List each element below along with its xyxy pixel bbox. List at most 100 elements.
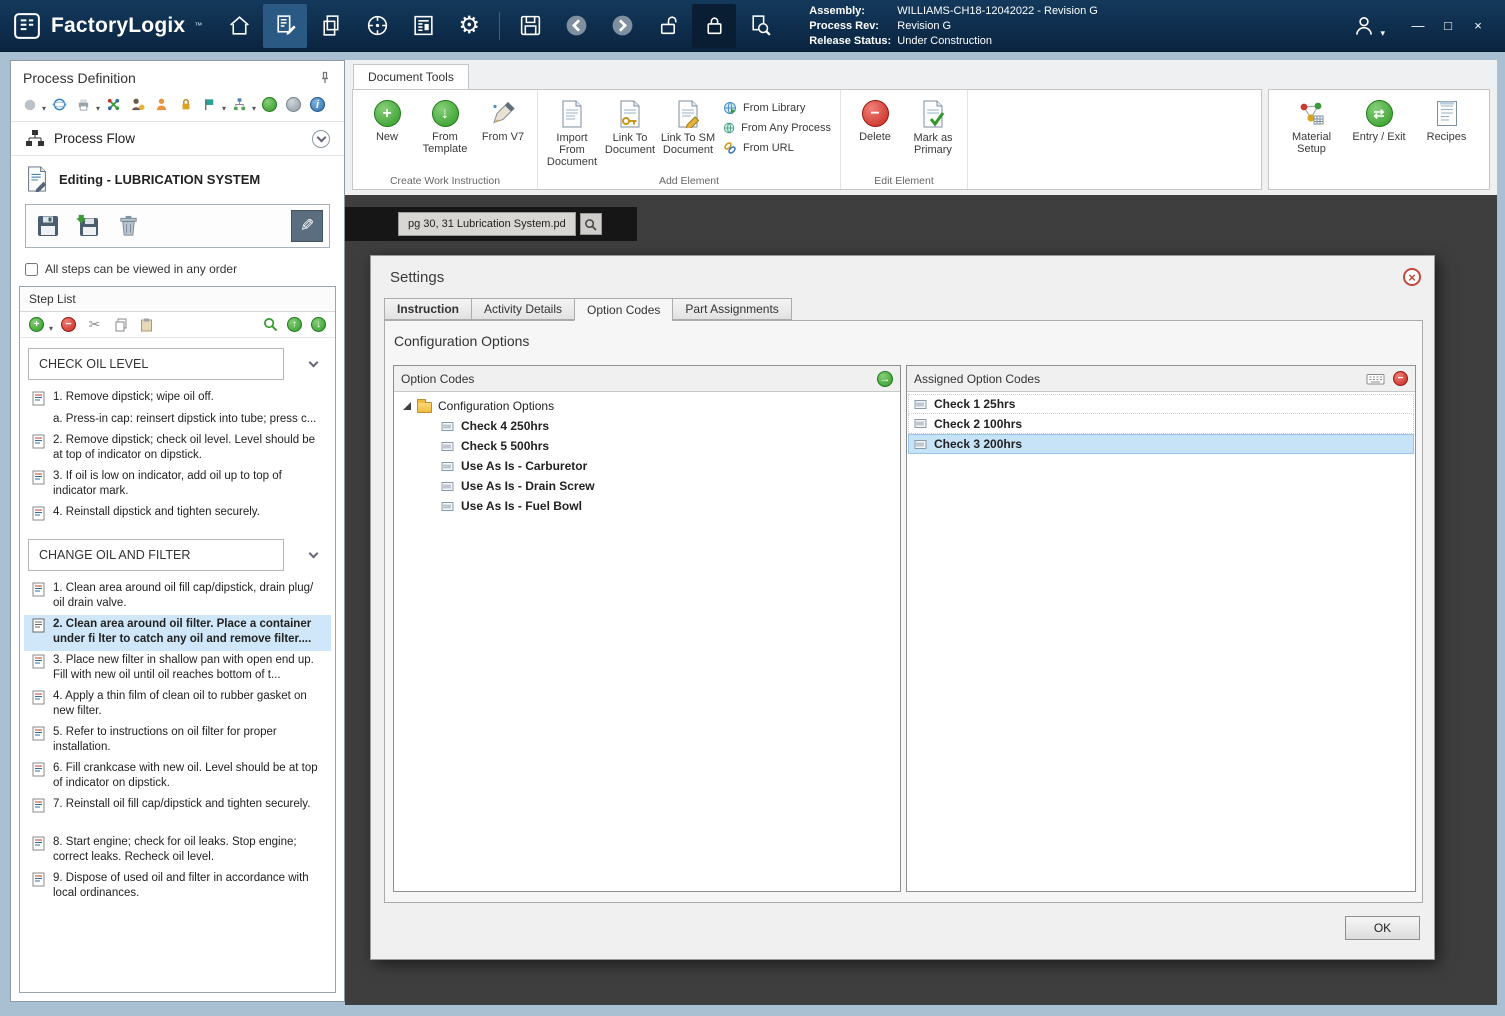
- stop-button[interactable]: [285, 96, 302, 113]
- dialog-close-button[interactable]: [1403, 268, 1421, 286]
- assigned-option-code-item-selected[interactable]: Check 3 200hrs: [908, 434, 1414, 454]
- release-dropdown-button[interactable]: [201, 96, 218, 113]
- assign-option-code-button[interactable]: [877, 371, 893, 387]
- link-to-document-button[interactable]: Link To Document: [601, 93, 659, 156]
- settings-button[interactable]: [447, 4, 491, 48]
- step-item[interactable]: 8. Start engine; check for oil leaks. St…: [24, 833, 331, 869]
- step-document-icon: [32, 617, 46, 647]
- maximize-button[interactable]: □: [1433, 13, 1463, 39]
- process-flow-row[interactable]: Process Flow: [11, 122, 344, 156]
- step-item[interactable]: 1. Clean area around oil fill cap/dipsti…: [24, 579, 331, 615]
- step-item[interactable]: 5. Refer to instructions on oil filter f…: [24, 723, 331, 759]
- preview-dropdown-button[interactable]: [21, 96, 38, 113]
- option-code-item[interactable]: Check 4 250hrs: [394, 416, 900, 436]
- release-status-value: Under Construction: [897, 34, 992, 49]
- step-group-header[interactable]: CHANGE OIL AND FILTER: [28, 539, 327, 571]
- home-button[interactable]: [217, 4, 261, 48]
- add-step-button[interactable]: [28, 316, 45, 333]
- step-item[interactable]: 2. Remove dipstick; check oil level. Lev…: [24, 431, 331, 467]
- from-template-button[interactable]: From Template: [416, 93, 474, 155]
- audit-search-button[interactable]: [738, 4, 782, 48]
- back-button[interactable]: [554, 4, 598, 48]
- lock-button[interactable]: [692, 4, 736, 48]
- export-tree-button[interactable]: [105, 96, 122, 113]
- print-dropdown-button[interactable]: [75, 96, 92, 113]
- remove-step-button[interactable]: [60, 316, 77, 333]
- link-to-sm-document-button[interactable]: Link To SM Document: [659, 93, 717, 156]
- assigned-option-code-item[interactable]: Check 1 25hrs: [908, 394, 1414, 414]
- tab-instruction[interactable]: Instruction: [384, 298, 471, 320]
- collapse-button[interactable]: [312, 130, 330, 148]
- assigned-option-code-item[interactable]: Check 2 100hrs: [908, 414, 1414, 434]
- find-step-button[interactable]: [262, 316, 279, 333]
- start-button[interactable]: [261, 96, 278, 113]
- tab-document-tools[interactable]: Document Tools: [353, 64, 469, 89]
- navigate-button[interactable]: [355, 4, 399, 48]
- entry-exit-button[interactable]: Entry / Exit: [1350, 93, 1408, 173]
- step-group-header[interactable]: CHECK OIL LEVEL: [28, 348, 327, 380]
- delete-work-instruction-button[interactable]: [112, 210, 144, 242]
- option-code-item[interactable]: Use As Is - Drain Screw: [394, 476, 900, 496]
- tab-part-assignments[interactable]: Part Assignments: [672, 298, 791, 320]
- reports-button[interactable]: [401, 4, 445, 48]
- document-zoom-button[interactable]: [580, 213, 602, 235]
- ok-button[interactable]: OK: [1345, 916, 1420, 940]
- lock-process-button[interactable]: [177, 96, 194, 113]
- from-v7-button[interactable]: From V7: [474, 93, 532, 143]
- step-item[interactable]: 4. Reinstall dipstick and tighten secure…: [24, 503, 331, 525]
- remove-assigned-button[interactable]: [1393, 371, 1408, 386]
- option-code-item[interactable]: Check 5 500hrs: [394, 436, 900, 456]
- info-button[interactable]: [309, 96, 326, 113]
- trash-icon: [117, 214, 140, 238]
- save-button[interactable]: [508, 4, 552, 48]
- documents-button[interactable]: [309, 4, 353, 48]
- paste-step-button[interactable]: [138, 316, 155, 333]
- recipes-button[interactable]: Recipes: [1418, 93, 1476, 173]
- mark-as-primary-button[interactable]: Mark as Primary: [904, 93, 962, 156]
- copy-step-button[interactable]: [112, 316, 129, 333]
- link-button[interactable]: [51, 96, 68, 113]
- from-any-process-button[interactable]: From Any Process: [723, 121, 831, 135]
- check-in-user-button[interactable]: [129, 96, 146, 113]
- step-item[interactable]: 7. Reinstall oil fill cap/dipstick and t…: [24, 795, 331, 817]
- step-item[interactable]: 1. Remove dipstick; wipe oil off.: [24, 388, 331, 410]
- check-out-user-button[interactable]: [153, 96, 170, 113]
- import-from-document-button[interactable]: Import From Document: [543, 93, 601, 168]
- save-work-instruction-button[interactable]: [32, 210, 64, 242]
- cut-step-button[interactable]: [86, 316, 103, 333]
- material-setup-button[interactable]: Material Setup: [1283, 93, 1341, 173]
- forward-button[interactable]: [600, 4, 644, 48]
- tree-root-node[interactable]: Configuration Options: [394, 396, 900, 416]
- step-item[interactable]: 6. Fill crankcase with new oil. Level sh…: [24, 759, 331, 795]
- any-order-checkbox[interactable]: [25, 263, 38, 276]
- pin-button[interactable]: [318, 71, 332, 85]
- option-code-item[interactable]: Use As Is - Carburetor: [394, 456, 900, 476]
- option-code-item[interactable]: Use As Is - Fuel Bowl: [394, 496, 900, 516]
- tab-option-codes[interactable]: Option Codes: [574, 298, 672, 321]
- minimize-button[interactable]: —: [1403, 13, 1433, 39]
- unlock-button[interactable]: [646, 4, 690, 48]
- step-item[interactable]: 9. Dispose of used oil and filter in acc…: [24, 869, 331, 905]
- step-item[interactable]: 3. Place new filter in shallow pan with …: [24, 651, 331, 687]
- step-item[interactable]: 4. Apply a thin film of clean oil to rub…: [24, 687, 331, 723]
- tree-expander-icon[interactable]: [403, 402, 411, 410]
- hierarchy-dropdown-button[interactable]: [231, 96, 248, 113]
- document-tab[interactable]: pg 30, 31 Lubrication System.pd: [398, 212, 576, 236]
- user-menu-button[interactable]: [1351, 13, 1385, 39]
- step-text: 2. Clean area around oil filter. Place a…: [53, 617, 327, 647]
- new-button[interactable]: New: [358, 93, 416, 143]
- import-work-instruction-button[interactable]: [72, 210, 104, 242]
- delete-element-button[interactable]: Delete: [846, 93, 904, 143]
- move-step-up-button[interactable]: [286, 316, 303, 333]
- from-url-button[interactable]: From URL: [723, 141, 831, 155]
- edit-assigned-button[interactable]: [1366, 372, 1385, 386]
- step-item[interactable]: 3. If oil is low on indicator, add oil u…: [24, 467, 331, 503]
- step-item-selected[interactable]: 2. Clean area around oil filter. Place a…: [24, 615, 331, 651]
- from-library-button[interactable]: From Library: [723, 101, 831, 115]
- step-item[interactable]: a. Press-in cap: reinsert dipstick into …: [24, 410, 331, 431]
- close-button[interactable]: ×: [1463, 13, 1493, 39]
- move-step-down-button[interactable]: [310, 316, 327, 333]
- tab-activity-details[interactable]: Activity Details: [471, 298, 574, 320]
- process-definition-button[interactable]: [263, 4, 307, 48]
- edit-work-instruction-button[interactable]: [291, 210, 323, 242]
